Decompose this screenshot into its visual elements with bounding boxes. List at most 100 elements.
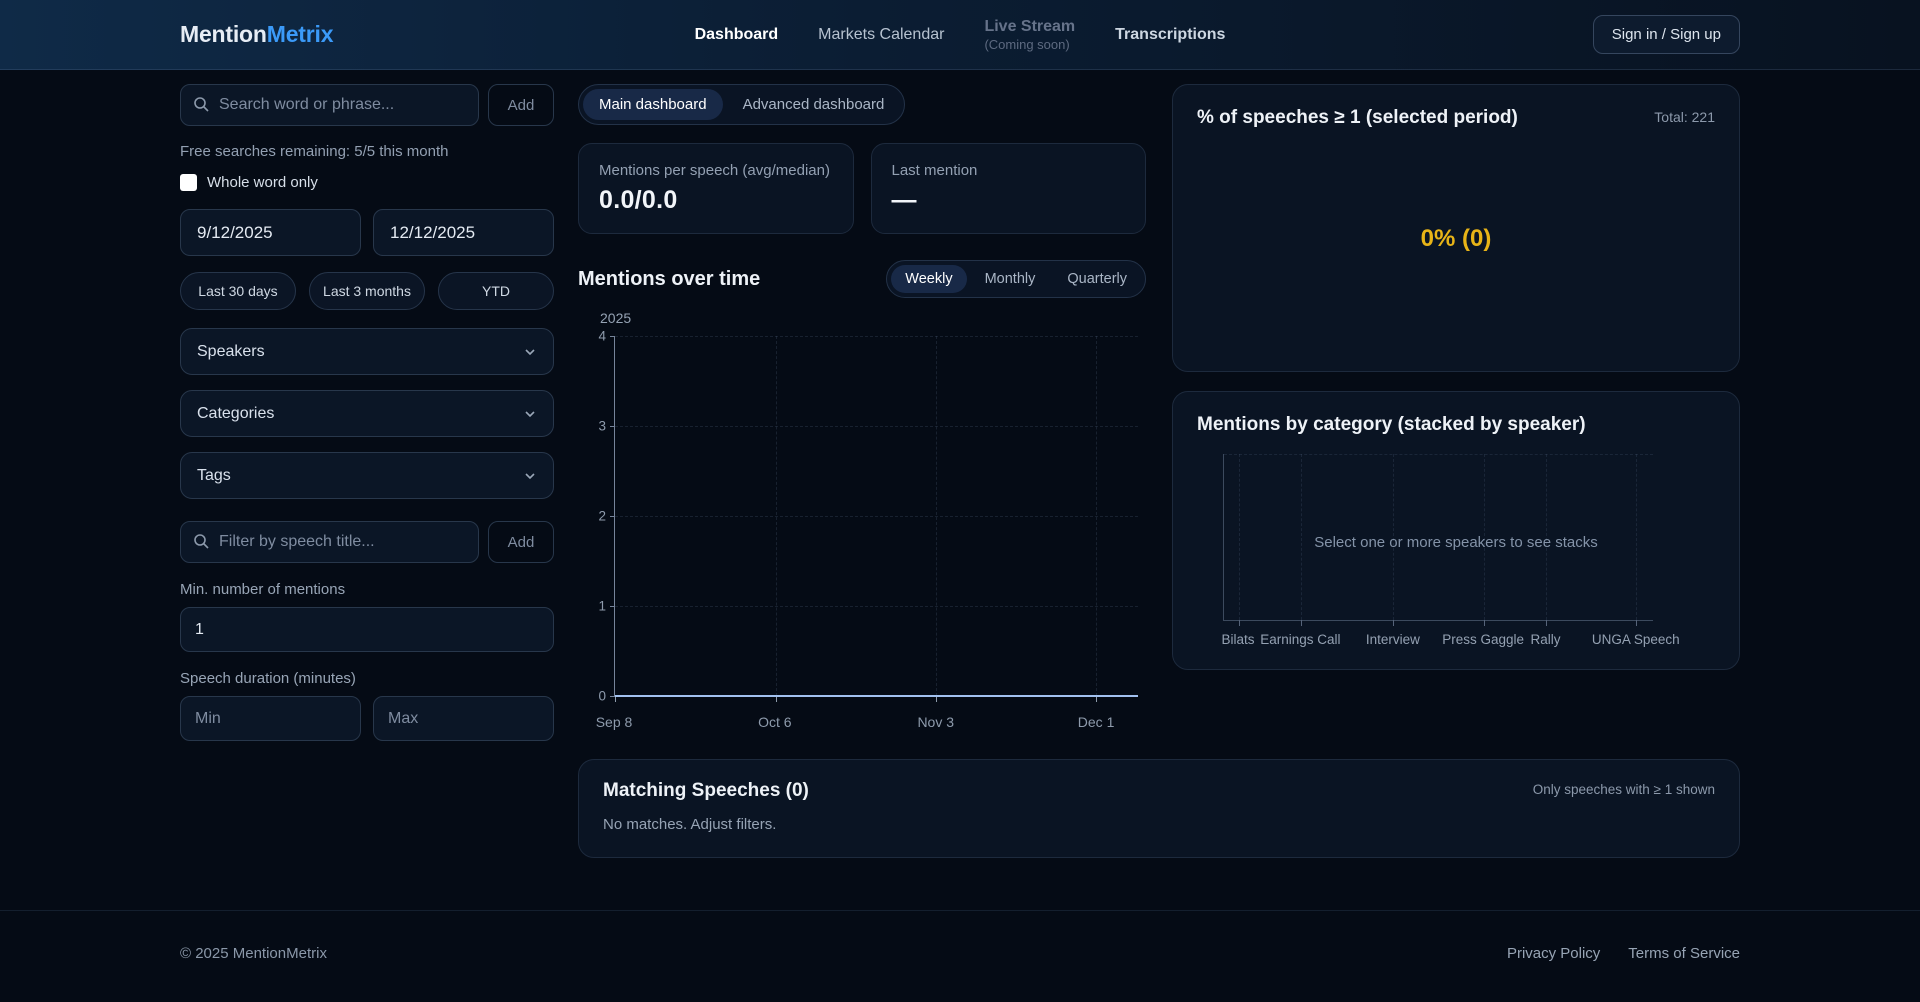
range-last-3-months-button[interactable]: Last 3 months [309, 272, 425, 310]
search-add-button[interactable]: Add [488, 84, 554, 126]
category-axis-label: Rally [1530, 632, 1560, 647]
mentions-by-category-title: Mentions by category (stacked by speaker… [1197, 414, 1715, 436]
categories-dropdown[interactable]: Categories [180, 390, 554, 437]
nav-live-stream-label: Live Stream [984, 18, 1075, 35]
mentions-over-time-header: Mentions over time Weekly Monthly Quarte… [578, 260, 1146, 298]
tab-main-dashboard[interactable]: Main dashboard [583, 89, 723, 120]
free-searches-note: Free searches remaining: 5/5 this month [180, 143, 554, 160]
footer-privacy-link[interactable]: Privacy Policy [1507, 945, 1600, 962]
x-gridline [936, 336, 937, 696]
tags-dropdown[interactable]: Tags [180, 452, 554, 499]
speech-percentage-header: % of speeches ≥ 1 (selected period) Tota… [1197, 107, 1715, 129]
last-mention-card: Last mention — [871, 143, 1147, 234]
tab-quarterly[interactable]: Quarterly [1053, 265, 1141, 293]
tags-dropdown-label: Tags [197, 467, 231, 485]
matching-speeches-empty: No matches. Adjust filters. [603, 816, 1715, 833]
stat-cards-row: Mentions per speech (avg/median) 0.0/0.0… [578, 143, 1146, 234]
nav-transcriptions[interactable]: Transcriptions [1115, 26, 1225, 44]
min-mentions-input[interactable] [180, 607, 554, 652]
dashboard-tab-group: Main dashboard Advanced dashboard [578, 84, 905, 125]
main-nav: Dashboard Markets Calendar Live Stream (… [695, 18, 1226, 52]
last-mention-value: — [892, 186, 1126, 215]
chart-plot-area [614, 336, 1138, 696]
nav-markets-calendar[interactable]: Markets Calendar [818, 26, 944, 44]
whole-word-option[interactable]: Whole word only [180, 174, 554, 191]
whole-word-label: Whole word only [207, 174, 318, 191]
category-tick-mark [1636, 620, 1637, 626]
range-ytd-button[interactable]: YTD [438, 272, 554, 310]
category-axis-label: Interview [1366, 632, 1420, 647]
search-icon [193, 96, 209, 112]
y-gridline [615, 426, 1138, 427]
tab-monthly[interactable]: Monthly [971, 265, 1050, 293]
last-mention-label: Last mention [892, 162, 1126, 179]
matching-speeches-header: Matching Speeches (0) Only speeches with… [603, 780, 1715, 802]
categories-dropdown-label: Categories [197, 405, 274, 423]
tab-advanced-dashboard[interactable]: Advanced dashboard [727, 89, 901, 120]
matching-speeches-title: Matching Speeches (0) [603, 780, 809, 802]
page-footer: © 2025 MentionMetrix Privacy Policy Term… [0, 910, 1920, 1002]
chevron-down-icon [523, 407, 537, 421]
matching-speeches-note: Only speeches with ≥ 1 shown [1533, 780, 1715, 797]
y-gridline [615, 606, 1138, 607]
x-tick-label: Oct 6 [758, 714, 791, 730]
speakers-dropdown[interactable]: Speakers [180, 328, 554, 375]
duration-max-input[interactable] [373, 696, 554, 741]
y-tick-mark [610, 606, 615, 607]
x-gridline [1096, 336, 1097, 696]
x-tick-label: Dec 1 [1078, 714, 1115, 730]
y-tick-label: 2 [578, 509, 606, 524]
quick-range-row: Last 30 days Last 3 months YTD [180, 272, 554, 310]
y-tick-label: 0 [578, 689, 606, 704]
category-axis-label: Earnings Call [1260, 632, 1340, 647]
nav-live-stream-sub: (Coming soon) [984, 37, 1075, 52]
category-tick-mark [1393, 620, 1394, 626]
y-tick-label: 1 [578, 599, 606, 614]
range-last-30-days-button[interactable]: Last 30 days [180, 272, 296, 310]
data-line [615, 695, 1138, 697]
brand-logo[interactable]: MentionMetrix [180, 21, 333, 48]
search-row: Add [180, 84, 554, 126]
category-tick-mark [1239, 620, 1240, 626]
category-tick-mark [1546, 620, 1547, 626]
category-top-gridline [1224, 454, 1653, 455]
footer-copyright: © 2025 MentionMetrix [180, 945, 327, 962]
y-tick-mark [610, 336, 615, 337]
tab-weekly[interactable]: Weekly [891, 265, 966, 293]
mentions-by-category-card: Mentions by category (stacked by speaker… [1172, 391, 1740, 670]
search-input[interactable] [180, 84, 479, 126]
y-gridline [615, 516, 1138, 517]
chart-year-label: 2025 [600, 310, 631, 326]
min-mentions-label: Min. number of mentions [180, 581, 554, 598]
x-gridline [776, 336, 777, 696]
main-area: Main dashboard Advanced dashboard Mentio… [578, 84, 1740, 858]
chevron-down-icon [523, 469, 537, 483]
y-tick-mark [610, 516, 615, 517]
mentions-over-time-chart: 2025 0 1 2 3 4 Sep 8 Oct 6 Nov 3 Dec 1 [578, 310, 1146, 730]
y-tick-label: 4 [578, 329, 606, 344]
category-axis-label: Press Gaggle [1442, 632, 1524, 647]
mentions-per-speech-card: Mentions per speech (avg/median) 0.0/0.0 [578, 143, 854, 234]
whole-word-checkbox[interactable] [180, 174, 197, 191]
date-from-input[interactable] [180, 209, 361, 256]
footer-terms-link[interactable]: Terms of Service [1628, 945, 1740, 962]
title-filter-add-button[interactable]: Add [488, 521, 554, 563]
search-icon [193, 533, 209, 549]
category-tick-mark [1484, 620, 1485, 626]
date-to-input[interactable] [373, 209, 554, 256]
speech-percentage-value-wrap: 0% (0) [1197, 129, 1715, 349]
duration-label: Speech duration (minutes) [180, 670, 554, 687]
y-tick-label: 3 [578, 419, 606, 434]
duration-min-input[interactable] [180, 696, 361, 741]
title-filter-input[interactable] [180, 521, 479, 563]
signin-button[interactable]: Sign in / Sign up [1593, 15, 1740, 54]
x-tick-label: Sep 8 [596, 714, 633, 730]
mentions-per-speech-label: Mentions per speech (avg/median) [599, 162, 833, 179]
nav-dashboard[interactable]: Dashboard [695, 26, 779, 44]
date-range-row [180, 209, 554, 256]
x-tick-label: Nov 3 [917, 714, 954, 730]
speech-percentage-card: % of speeches ≥ 1 (selected period) Tota… [1172, 84, 1740, 372]
y-tick-mark [610, 426, 615, 427]
mentions-over-time-title: Mentions over time [578, 268, 760, 291]
speech-percentage-total: Total: 221 [1654, 107, 1715, 125]
